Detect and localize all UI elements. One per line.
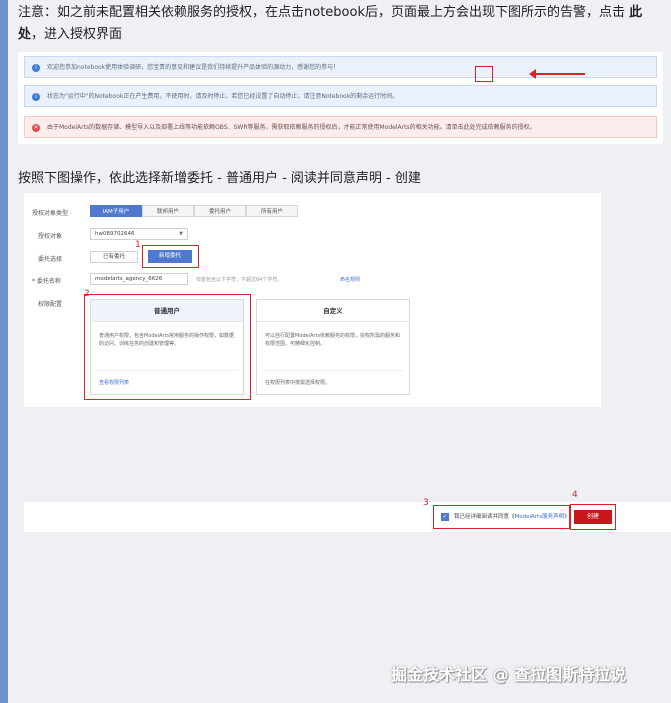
new-agency-button[interactable]: 新增委托 [148, 250, 192, 263]
form-footer: 3 ✓ 我已经详细阅读并同意《ModelArts服务声明》 4 创建 [24, 490, 671, 532]
card-normal-user-desc: 普通用户权限，包含ModelArts常用服务的操作权限，如数据的访问、训练任务的… [99, 333, 235, 347]
card-custom[interactable]: 自定义 可以自行配置ModelArts依赖服务的权限，授权所需的服务和权限范围，… [256, 299, 410, 395]
agency-select-label: 委托选择 [38, 256, 63, 263]
left-accent-bar [0, 0, 8, 703]
article-content: 注意：如之前未配置相关依赖服务的授权，在点击notebook后，页面最上方会出现… [8, 0, 671, 703]
agency-name-input[interactable]: modelarts_agency_6626 [90, 273, 188, 285]
card-normal-user-title: 普通用户 [91, 300, 243, 322]
card-custom-footer: 在权限列表中按需选择权限。 [263, 370, 403, 386]
note-text-1: 注意：如之前未配置相关依赖服务的授权，在点击notebook后，页面最上方会出现… [18, 5, 630, 20]
tab-iam-user[interactable]: IAM子用户 [90, 205, 142, 217]
card-custom-title: 自定义 [257, 300, 409, 322]
agree-text: 我已经详细阅读并同意《ModelArts服务声明》 [454, 513, 570, 521]
card-normal-user[interactable]: 普通用户 普通用户权限，包含ModelArts常用服务的操作权限，如数据的访问、… [90, 299, 244, 395]
chevron-down-icon: ▼ [179, 231, 183, 237]
instruction-text: 按照下图操作，依此选择新增委托 - 普通用户 - 阅读并同意声明 - 创建 [18, 171, 421, 186]
alert-screenshot: i 欢迎您参加notebook使用体验调研，您宝贵的意见和建议是我们持续提升产品… [18, 52, 663, 144]
tab-all-users[interactable]: 所有用户 [246, 205, 298, 217]
watermark: 掘金技术社区 @ 查拉图斯特拉说 [391, 665, 627, 684]
authorization-form: 授权对象类型 IAM子用户 联邦用户 委托用户 所有用户 授权对象 hw0897… [24, 193, 601, 407]
existing-agency-button[interactable]: 已有委托 [90, 251, 138, 263]
step-marker-1: 1 [135, 240, 141, 250]
alert-billing: i 状态为"运行中"的Notebook正在产生费用，不使用时，请及时停止。若您已… [24, 85, 657, 107]
alert-billing-text: 状态为"运行中"的Notebook正在产生费用，不使用时，请及时停止。若您已经设… [47, 93, 399, 100]
step-marker-3: 3 [423, 498, 429, 508]
info-icon: i [32, 64, 40, 72]
note-paragraph: 注意：如之前未配置相关依赖服务的授权，在点击notebook后，页面最上方会出现… [18, 2, 658, 46]
agree-checkbox[interactable]: ✓ [441, 513, 449, 521]
click-here-highlight[interactable] [475, 66, 493, 82]
arrow-left-icon [529, 69, 585, 79]
info-icon: i [32, 93, 40, 101]
naming-rules-link[interactable]: 命名规则 [340, 276, 360, 283]
create-button[interactable]: 创建 [574, 510, 612, 524]
view-permissions-link[interactable]: 查看权限列表 [97, 370, 237, 386]
target-type-label: 授权对象类型 [32, 210, 69, 217]
card-custom-desc: 可以自行配置ModelArts依赖服务的权限，授权所需的服务和权限范围，可精细化… [265, 333, 401, 347]
permission-label: 权限配置 [38, 301, 63, 308]
agree-suffix: 》 [564, 514, 570, 520]
tab-federated-user[interactable]: 联邦用户 [142, 205, 194, 217]
step-marker-4: 4 [572, 490, 578, 500]
target-select[interactable]: hw089702646 ▼ [90, 228, 188, 240]
alert-authorization-text: 由于ModelArts的数据存储、模型导入以及部署上线等功能依赖OBS、SWR等… [47, 124, 536, 131]
agency-name-hint: 仅能包含以下字符，不超过64个字符。 [196, 277, 283, 283]
error-icon: ✕ [32, 124, 40, 132]
target-label: 授权对象 [38, 233, 63, 240]
agency-name-label: * 委托名称 [32, 278, 61, 285]
note-text-2: ，进入授权界面 [31, 27, 123, 42]
tab-agency-user[interactable]: 委托用户 [194, 205, 246, 217]
alert-authorization: ✕ 由于ModelArts的数据存储、模型导入以及部署上线等功能依赖OBS、SW… [24, 116, 657, 138]
agree-prefix: 我已经详细阅读并同意《 [454, 514, 515, 520]
service-statement-link[interactable]: ModelArts服务声明 [515, 514, 565, 520]
target-select-value: hw089702646 [95, 231, 135, 237]
alert-survey-text: 欢迎您参加notebook使用体验调研，您宝贵的意见和建议是我们持续提升产品体验… [47, 64, 340, 71]
